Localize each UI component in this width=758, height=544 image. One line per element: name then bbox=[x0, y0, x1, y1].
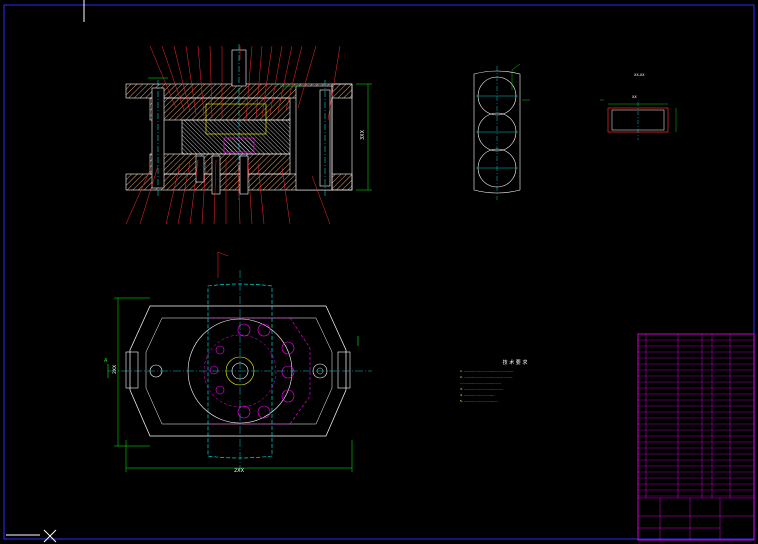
note-line-6: 5. .................................... bbox=[460, 399, 499, 403]
plan-width-dim: 2XX bbox=[234, 468, 245, 474]
front-height-dim: 3XX bbox=[360, 129, 366, 140]
technical-requirements: 技 术 要 求 1. .............................… bbox=[460, 360, 570, 404]
part-label-b: XX bbox=[632, 95, 637, 99]
cad-drawing-canvas[interactable]: 3XX XX-XX XX 2XX 2XX A bbox=[0, 0, 758, 544]
notes-title: 技 术 要 求 bbox=[502, 360, 528, 366]
part-label-a: XX-XX bbox=[634, 73, 645, 77]
section-mark: A bbox=[104, 358, 108, 364]
plan-height-dim: 2XX bbox=[112, 365, 118, 374]
